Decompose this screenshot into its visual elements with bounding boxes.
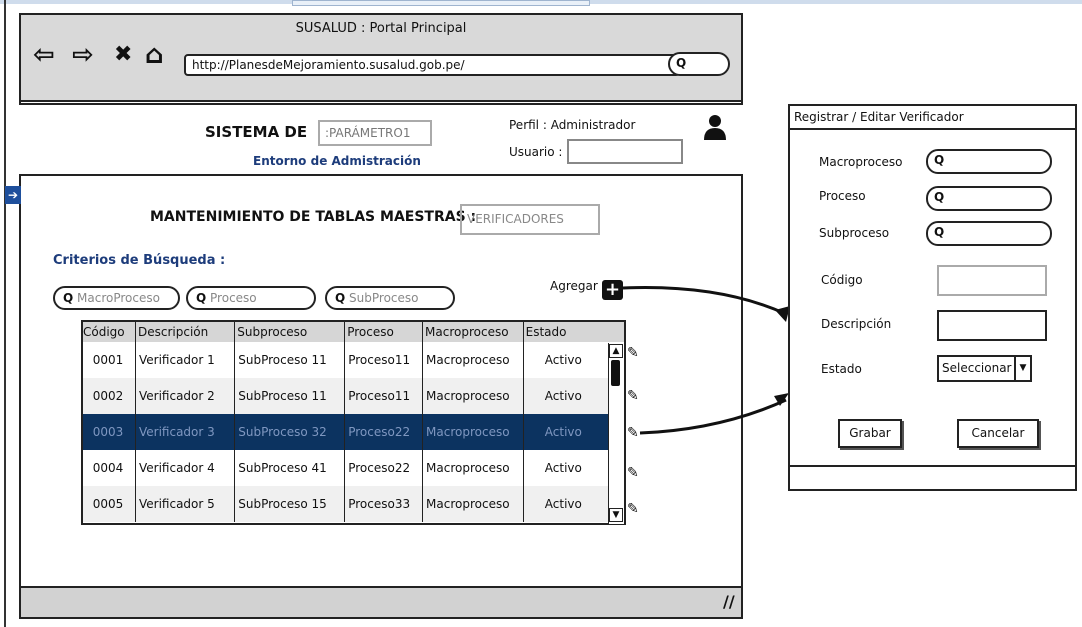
macroproceso-label: Macroproceso <box>819 155 903 169</box>
codigo-field[interactable] <box>937 265 1047 296</box>
search-icon: Q <box>934 225 945 239</box>
cancel-button[interactable]: Cancelar <box>957 419 1039 448</box>
estado-label: Estado <box>821 362 862 376</box>
descripcion-field[interactable] <box>937 310 1047 341</box>
search-icon: Q <box>934 153 945 167</box>
proceso-search-input[interactable]: Q <box>926 186 1052 211</box>
search-icon: Q <box>934 190 945 204</box>
save-button[interactable]: Grabar <box>838 419 902 448</box>
proceso-label: Proceso <box>819 189 866 203</box>
codigo-label: Código <box>821 273 863 287</box>
chevron-down-icon[interactable]: ▼ <box>1014 357 1030 380</box>
macroproceso-search-input[interactable]: Q <box>926 149 1052 174</box>
panel-title: Registrar / Editar Verificador <box>788 104 1077 130</box>
subproceso-search-input[interactable]: Q <box>926 221 1052 246</box>
subproceso-label: Subproceso <box>819 226 890 240</box>
panel-footer <box>788 465 1077 491</box>
descripcion-label: Descripción <box>821 317 892 331</box>
